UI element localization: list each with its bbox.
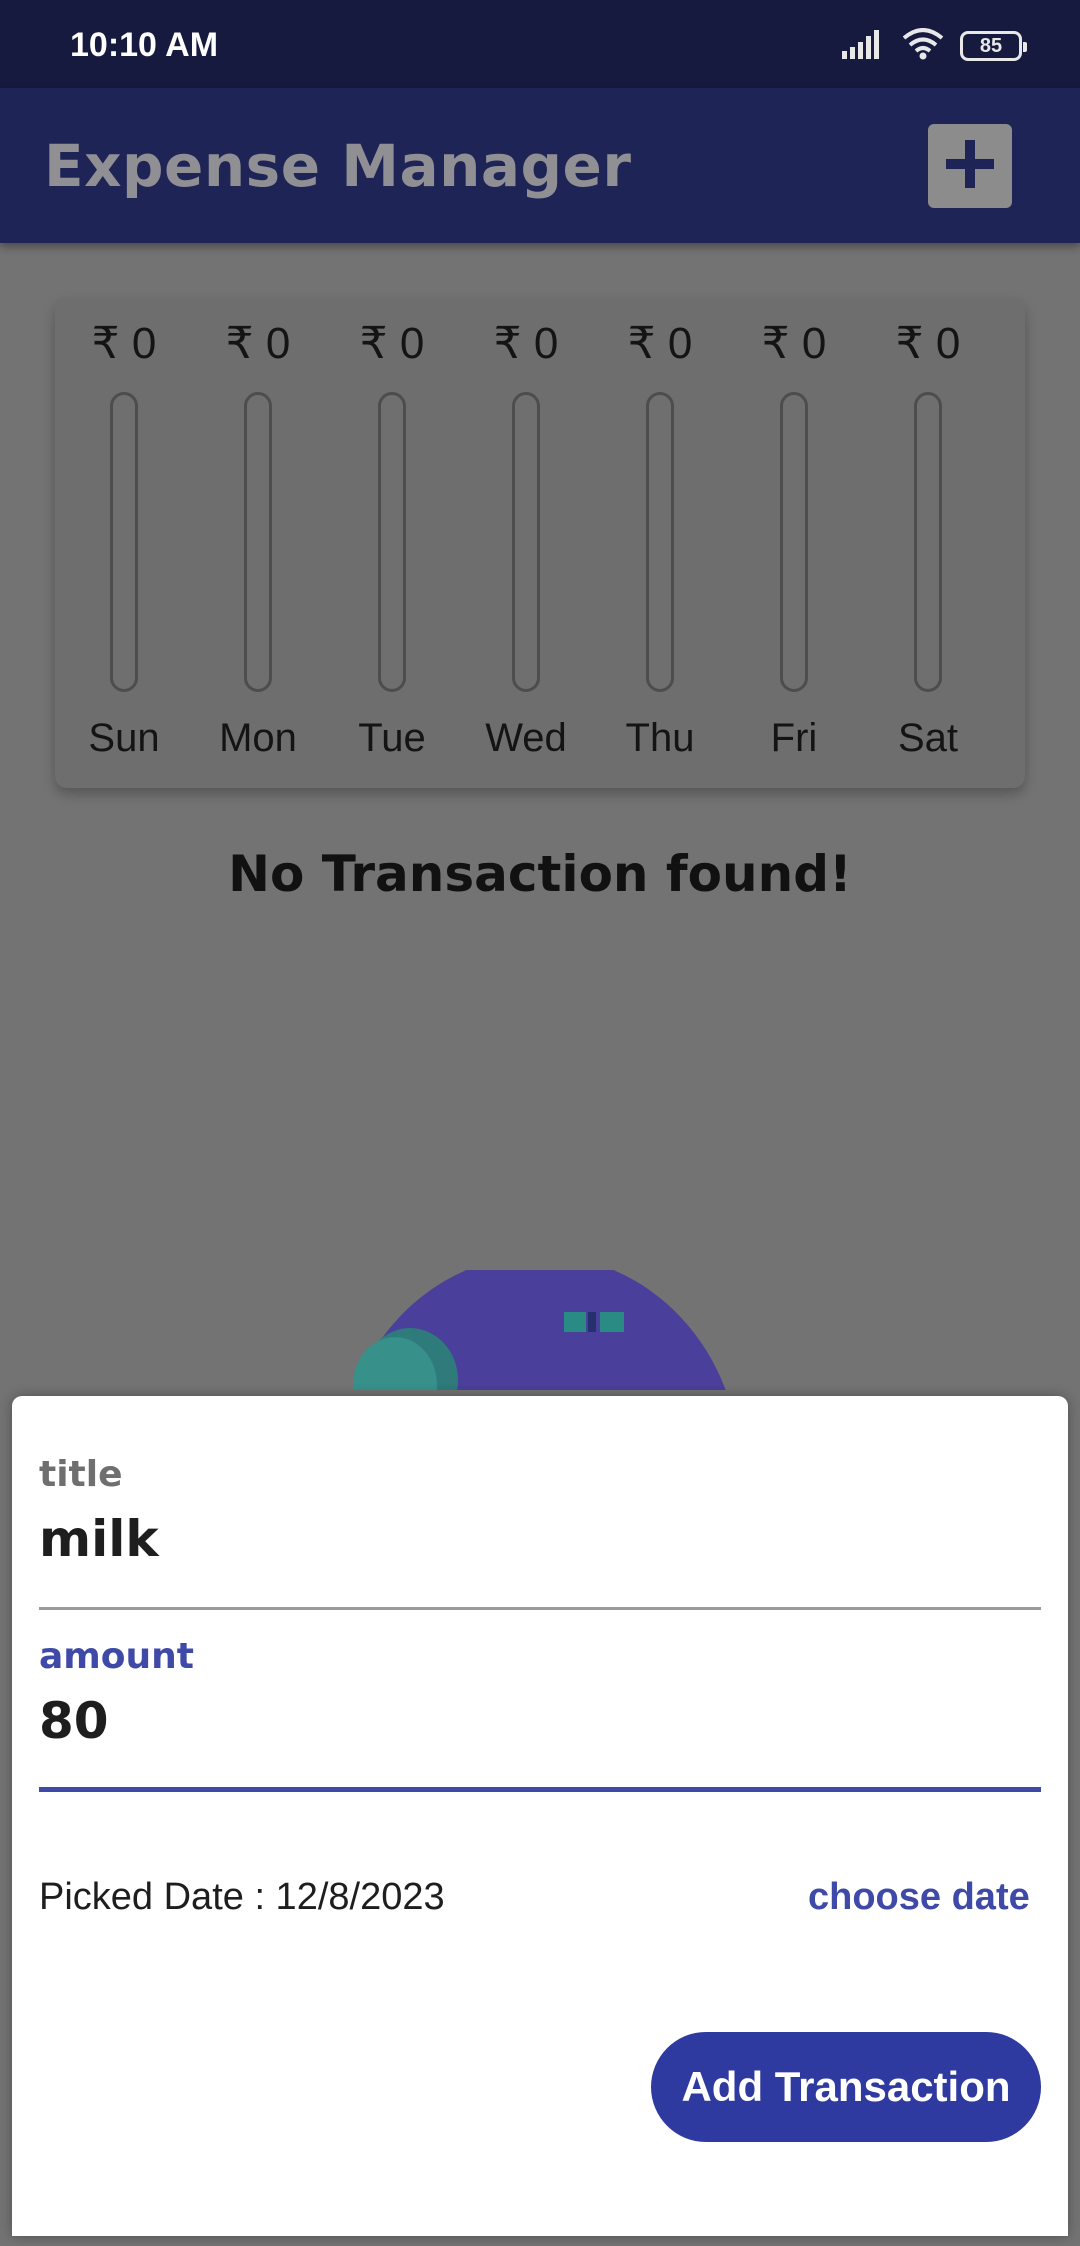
- status-icons: 85: [842, 27, 1027, 65]
- chart-bar-track: [244, 392, 272, 692]
- chart-bar-track: [780, 392, 808, 692]
- app-title: Expense Manager: [44, 132, 632, 200]
- weekly-chart-card: ₹ 0 Sun ₹ 0 Mon ₹ 0 Tue ₹ 0 Wed ₹ 0 Thu …: [55, 298, 1025, 788]
- chart-bar-thu: ₹ 0 Thu: [593, 298, 727, 788]
- chart-amount-label: ₹ 0: [627, 319, 693, 368]
- chart-bar-track: [110, 392, 138, 692]
- chart-bar-wed: ₹ 0 Wed: [459, 298, 593, 788]
- empty-state-message: No Transaction found!: [228, 845, 852, 903]
- chart-amount-label: ₹ 0: [895, 319, 961, 368]
- chart-bar-fri: ₹ 0 Fri: [727, 298, 861, 788]
- add-transaction-button[interactable]: [928, 124, 1012, 208]
- status-bar: 10:10 AM 85: [0, 0, 1080, 88]
- title-input[interactable]: milk: [39, 1510, 159, 1568]
- title-input-underline: [39, 1607, 1041, 1610]
- chart-day-label: Sat: [897, 716, 959, 760]
- chart-bar-sun: ₹ 0 Sun: [57, 298, 191, 788]
- chart-bar-track: [378, 392, 406, 692]
- chart-amount-label: ₹ 0: [761, 319, 827, 368]
- chart-bar-track: [914, 392, 942, 692]
- chart-bar-track: [512, 392, 540, 692]
- chart-bar-sat: ₹ 0 Sat: [861, 298, 995, 788]
- status-time: 10:10 AM: [70, 26, 219, 64]
- chart-day-label: Tue: [358, 716, 426, 760]
- amount-input[interactable]: 80: [39, 1692, 109, 1750]
- battery-icon: 85: [960, 31, 1027, 61]
- chart-day-label: Sun: [88, 716, 160, 760]
- picked-date-text: Picked Date : 12/8/2023: [39, 1876, 445, 1918]
- empty-state-illustration: [0, 1270, 1080, 1390]
- chart-day-label: Fri: [770, 716, 818, 760]
- add-transaction-submit-button[interactable]: Add Transaction: [651, 2032, 1041, 2142]
- amount-field-label: amount: [39, 1636, 195, 1677]
- signal-icon: [842, 29, 886, 64]
- chart-day-label: Wed: [485, 716, 567, 760]
- chart-bar-mon: ₹ 0 Mon: [191, 298, 325, 788]
- chart-amount-label: ₹ 0: [91, 319, 157, 368]
- chart-bar-tue: ₹ 0 Tue: [325, 298, 459, 788]
- amount-input-underline: [39, 1787, 1041, 1792]
- choose-date-button[interactable]: choose date: [808, 1876, 1030, 1919]
- chart-amount-label: ₹ 0: [359, 319, 425, 368]
- title-field-label: title: [39, 1454, 123, 1495]
- chart-day-label: Thu: [625, 716, 695, 760]
- chart-amount-label: ₹ 0: [225, 319, 291, 368]
- chart-bar-track: [646, 392, 674, 692]
- chart-amount-label: ₹ 0: [493, 319, 559, 368]
- chart-day-label: Mon: [219, 716, 297, 760]
- wifi-icon: [902, 27, 944, 65]
- plus-icon: [942, 136, 998, 197]
- new-transaction-sheet: title milk amount 80 Picked Date : 12/8/…: [12, 1396, 1068, 2236]
- app-bar: Expense Manager: [0, 88, 1080, 243]
